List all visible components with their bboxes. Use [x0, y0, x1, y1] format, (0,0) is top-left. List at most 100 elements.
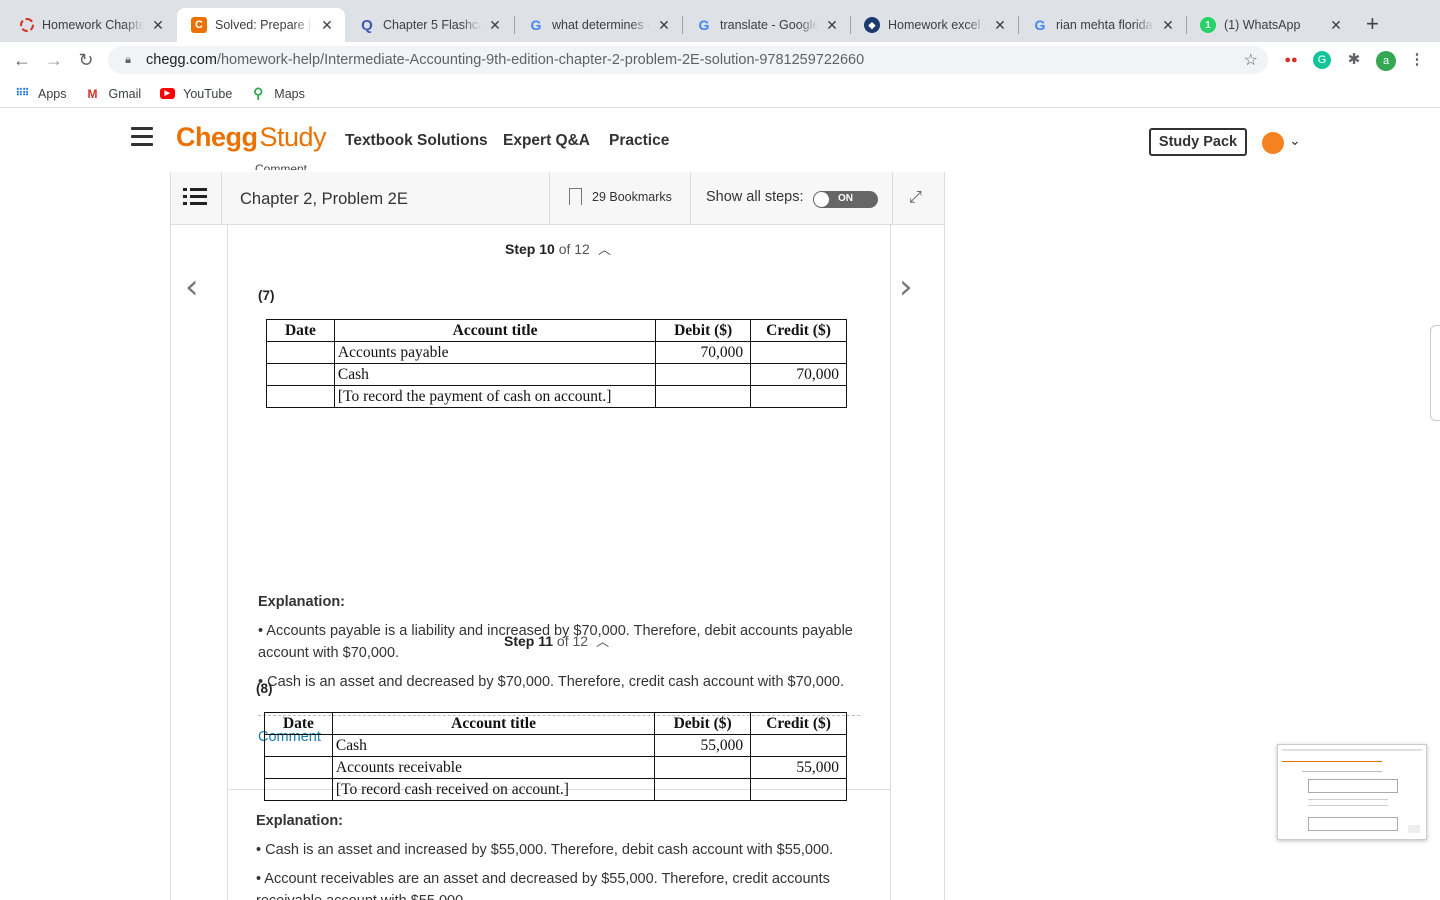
bookmark-star-icon[interactable]: ☆	[1244, 50, 1258, 70]
bookmark-gmail[interactable]: M Gmail	[85, 87, 142, 101]
bookmark-apps[interactable]: ⠿⠿ Apps	[14, 87, 67, 101]
browser-tab-active[interactable]: C Solved: Prepare journal ✕	[177, 8, 345, 42]
bookmark-youtube[interactable]: ▶ YouTube	[159, 87, 232, 101]
user-avatar[interactable]	[1262, 132, 1284, 154]
cell-account: Accounts receivable	[331, 756, 656, 779]
cell-credit	[750, 778, 847, 801]
lock-icon: 🔒︎	[125, 53, 131, 66]
cell-date	[264, 778, 333, 801]
homework-icon: ◆	[864, 17, 880, 33]
close-tab-icon[interactable]: ✕	[319, 17, 335, 34]
table-row: Accounts payable 70,000	[266, 341, 847, 364]
col-header-debit: Debit ($)	[654, 712, 752, 735]
hamburger-menu-icon[interactable]	[131, 127, 153, 147]
close-tab-icon[interactable]: ✕	[1328, 17, 1344, 34]
forward-arrow-icon[interactable]: →	[42, 48, 66, 72]
close-tab-icon[interactable]: ✕	[150, 17, 166, 34]
bookmark-count: 29 Bookmarks	[592, 189, 672, 204]
browser-tab[interactable]: G translate - Google ✕	[682, 8, 850, 42]
grammarly-icon[interactable]: G	[1313, 51, 1331, 69]
cell-credit	[750, 341, 847, 364]
profile-avatar[interactable]: a	[1376, 51, 1396, 71]
chevron-down-icon[interactable]: ⌄	[1289, 132, 1301, 149]
tab-title: rian mehta florida	[1056, 18, 1153, 32]
close-tab-icon[interactable]: ✕	[656, 17, 672, 34]
next-arrow-icon[interactable]: ›	[899, 267, 913, 307]
table-row: Cash 55,000	[264, 734, 847, 757]
tab-title: Homework Chapter	[42, 18, 144, 32]
maps-icon: ⚲	[253, 85, 264, 101]
chevron-up-icon[interactable]: ︿	[596, 631, 609, 650]
chegg-study-logo[interactable]: CheggStudy	[176, 122, 327, 153]
browser-tab[interactable]: 1 (1) WhatsApp ✕	[1186, 8, 1354, 42]
col-header-date: Date	[264, 712, 333, 735]
side-panel-tab[interactable]	[1430, 325, 1440, 421]
nav-practice[interactable]: Practice	[609, 132, 669, 150]
bookmark-button[interactable]: 29 Bookmarks	[569, 188, 672, 205]
close-tab-icon[interactable]: ✕	[1160, 17, 1176, 34]
page-thumbnail-preview[interactable]	[1277, 744, 1427, 840]
browser-tab[interactable]: Q Chapter 5 Flashcards ✕	[345, 8, 513, 42]
tab-title: Homework excel |	[888, 18, 986, 32]
cell-debit	[655, 363, 752, 386]
comment-link-cut[interactable]: Comment	[255, 162, 307, 170]
show-all-steps-toggle[interactable]: ON	[813, 191, 878, 208]
browser-tab[interactable]: ◆ Homework excel | ✕	[850, 8, 1018, 42]
cell-date	[264, 734, 333, 757]
explanation-text: • Cash is an asset and decreased by $70,…	[258, 674, 844, 690]
cell-debit	[654, 778, 752, 801]
col-header-debit: Debit ($)	[655, 319, 752, 342]
list-toc-icon[interactable]	[183, 188, 207, 208]
tab-title: Solved: Prepare journal	[215, 18, 313, 32]
puzzle-extensions-icon[interactable]: ✱	[1345, 51, 1363, 69]
toggle-knob	[814, 192, 829, 207]
expand-fullscreen-icon[interactable]: ⤢	[909, 189, 931, 211]
bookmark-maps[interactable]: ⚲ Maps	[250, 85, 305, 101]
previous-arrow-icon[interactable]: ‹	[185, 267, 199, 307]
apps-grid-icon: ⠿⠿	[15, 88, 30, 99]
extension-icon[interactable]: ●●	[1282, 51, 1300, 69]
problem-header: Chapter 2, Problem 2E 29 Bookmarks Show …	[171, 172, 944, 225]
browser-toolbar: ← → ↻ 🔒︎ chegg.com/homework-help/Interme…	[0, 42, 1440, 78]
tab-title: what determines d	[552, 18, 650, 32]
study-pack-button[interactable]: Study Pack	[1149, 128, 1247, 156]
bookmark-label: YouTube	[183, 86, 233, 101]
cell-account: [To record the payment of cash on accoun…	[333, 385, 657, 408]
bookmark-icon	[569, 188, 582, 205]
back-arrow-icon[interactable]: ←	[10, 48, 34, 72]
cell-credit	[750, 385, 847, 408]
close-tab-icon[interactable]: ✕	[487, 17, 503, 34]
browser-tab[interactable]: Homework Chapter ✕	[6, 8, 176, 42]
close-tab-icon[interactable]: ✕	[824, 17, 840, 34]
reload-icon[interactable]: ↻	[74, 48, 98, 72]
url-text: chegg.com/homework-help/Intermediate-Acc…	[146, 52, 865, 68]
col-header-account-title: Account title	[333, 319, 657, 342]
step-header[interactable]: Step 11 of 12 ︿	[504, 631, 609, 650]
part-label: (8)	[256, 681, 273, 696]
cell-credit: 55,000	[750, 756, 847, 779]
explanation-text: • Account receivables are an asset and d…	[256, 871, 830, 900]
cell-account: [To record cash received on account.]	[331, 778, 656, 801]
close-tab-icon[interactable]: ✕	[992, 17, 1008, 34]
browser-tab[interactable]: G rian mehta florida ✕	[1018, 8, 1186, 42]
nav-textbook-solutions[interactable]: Textbook Solutions	[345, 132, 488, 150]
step-header[interactable]: Step 10 of 12 ︿	[505, 239, 611, 258]
tab-title: translate - Google	[720, 18, 818, 32]
cell-debit: 55,000	[654, 734, 752, 757]
table-row: [To record the payment of cash on accoun…	[266, 385, 847, 408]
cell-date	[266, 341, 335, 364]
bookmark-label: Gmail	[108, 86, 142, 101]
toggle-label: ON	[838, 193, 853, 204]
bookmark-label: Maps	[274, 86, 305, 101]
cell-debit	[654, 756, 752, 779]
browser-tab[interactable]: G what determines d ✕	[514, 8, 682, 42]
browser-tab-strip: Homework Chapter ✕ C Solved: Prepare jou…	[0, 0, 1440, 42]
chegg-icon: C	[191, 17, 207, 33]
new-tab-button[interactable]: +	[1366, 12, 1379, 36]
nav-expert-qa[interactable]: Expert Q&A	[503, 132, 590, 150]
menu-kebab-icon[interactable]: ⋮	[1408, 51, 1426, 69]
col-header-credit: Credit ($)	[750, 712, 847, 735]
col-header-credit: Credit ($)	[750, 319, 847, 342]
address-bar[interactable]: 🔒︎ chegg.com/homework-help/Intermediate-…	[108, 46, 1268, 74]
chevron-up-icon[interactable]: ︿	[598, 239, 611, 258]
